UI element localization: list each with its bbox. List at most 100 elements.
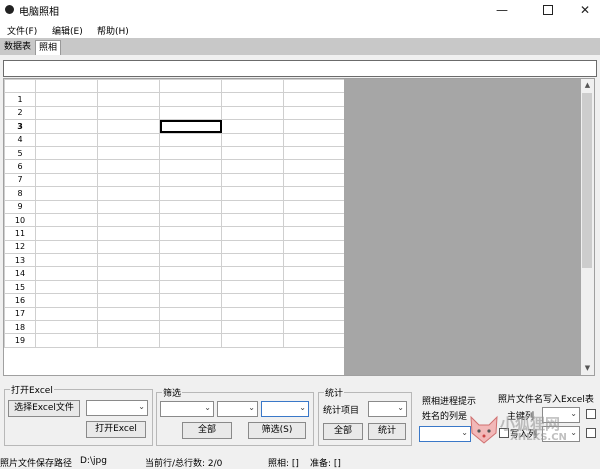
grid-cell[interactable] — [283, 159, 346, 174]
row-header[interactable]: 4 — [4, 132, 36, 147]
grid-cell[interactable] — [35, 226, 98, 241]
grid-cell[interactable] — [97, 333, 160, 348]
grid-cell[interactable] — [97, 306, 160, 322]
row-header[interactable]: 13 — [4, 253, 36, 268]
grid-cell[interactable] — [159, 119, 222, 134]
name-column-select[interactable]: ⌄ — [419, 426, 471, 442]
grid-cell[interactable] — [159, 226, 222, 241]
grid-cell[interactable] — [35, 186, 98, 201]
filter-all-button[interactable]: 全部 — [182, 422, 232, 439]
grid-cell[interactable] — [221, 226, 284, 241]
grid-cell[interactable] — [35, 105, 98, 121]
grid-cell[interactable] — [35, 306, 98, 322]
filter-column-select[interactable]: ⌄ — [160, 401, 214, 417]
grid-cell[interactable] — [97, 199, 160, 214]
grid-cell[interactable] — [283, 92, 346, 107]
close-button[interactable]: ✕ — [570, 0, 600, 20]
column-header[interactable] — [35, 79, 98, 94]
grid-cell[interactable] — [97, 239, 160, 255]
scroll-down-icon[interactable]: ▼ — [581, 362, 594, 375]
row-header[interactable]: 16 — [4, 293, 36, 308]
grid-cell[interactable] — [35, 212, 98, 228]
grid-cell[interactable] — [35, 199, 98, 214]
grid-cell[interactable] — [159, 333, 222, 348]
grid-cell[interactable] — [97, 320, 160, 335]
scrollbar-thumb[interactable] — [582, 93, 592, 268]
key-column-checkbox[interactable] — [586, 409, 596, 419]
grid-cell[interactable] — [283, 172, 346, 188]
grid-cell[interactable] — [35, 333, 98, 348]
grid-cell[interactable] — [283, 186, 346, 201]
grid-cell[interactable] — [283, 266, 346, 281]
grid-cell[interactable] — [283, 239, 346, 255]
grid-cell[interactable] — [283, 199, 346, 214]
grid-cell[interactable] — [159, 92, 222, 107]
grid-cell[interactable] — [159, 145, 222, 161]
row-header[interactable]: 7 — [4, 172, 36, 188]
grid-cell[interactable] — [35, 132, 98, 147]
grid-cell[interactable] — [221, 293, 284, 308]
cell-edit-bar[interactable] — [3, 60, 597, 77]
grid-cell[interactable] — [159, 159, 222, 174]
row-header[interactable]: 14 — [4, 266, 36, 281]
grid-cell[interactable] — [97, 226, 160, 241]
grid-cell[interactable] — [283, 293, 346, 308]
grid-cell[interactable] — [159, 199, 222, 214]
grid-cell[interactable] — [159, 186, 222, 201]
grid-cell[interactable] — [35, 172, 98, 188]
grid-cell[interactable] — [97, 186, 160, 201]
grid-cell[interactable] — [283, 145, 346, 161]
grid-cell[interactable] — [283, 320, 346, 335]
column-header[interactable] — [159, 79, 222, 94]
grid-cell[interactable] — [97, 253, 160, 268]
grid-cell[interactable] — [159, 279, 222, 295]
column-header[interactable] — [97, 79, 160, 94]
grid-cell[interactable] — [283, 333, 346, 348]
column-header[interactable] — [221, 79, 284, 94]
grid-cell[interactable] — [159, 132, 222, 147]
grid-cell[interactable] — [35, 119, 98, 134]
grid-cell[interactable] — [221, 320, 284, 335]
grid-cell[interactable] — [283, 306, 346, 322]
grid-cell[interactable] — [221, 159, 284, 174]
grid-cell[interactable] — [221, 279, 284, 295]
grid-table[interactable]: 1 2 3 4 5 6 7 8 9 10 11 12 13 14 15 16 17 18 19 — [4, 79, 346, 348]
row-header[interactable]: 19 — [4, 333, 36, 348]
row-header[interactable]: 3 — [4, 119, 36, 134]
grid-cell[interactable] — [159, 105, 222, 121]
row-header[interactable]: 15 — [4, 279, 36, 295]
grid-cell[interactable] — [221, 333, 284, 348]
grid-cell[interactable] — [283, 253, 346, 268]
grid-cell[interactable] — [283, 105, 346, 121]
stats-all-button[interactable]: 全部 — [323, 423, 363, 440]
grid-cell[interactable] — [159, 306, 222, 322]
grid-cell[interactable] — [283, 279, 346, 295]
filter-button[interactable]: 筛选(S) — [248, 422, 306, 439]
grid-cell[interactable] — [97, 293, 160, 308]
row-header[interactable]: 2 — [4, 105, 36, 121]
row-header[interactable]: 17 — [4, 306, 36, 322]
grid-cell[interactable] — [159, 266, 222, 281]
grid-cell[interactable] — [283, 132, 346, 147]
row-header[interactable]: 11 — [4, 226, 36, 241]
grid-cell[interactable] — [221, 119, 284, 134]
grid-cell[interactable] — [159, 239, 222, 255]
row-header[interactable]: 8 — [4, 186, 36, 201]
grid-cell[interactable] — [221, 92, 284, 107]
row-header[interactable]: 6 — [4, 159, 36, 174]
grid-cell[interactable] — [221, 306, 284, 322]
grid-cell[interactable] — [97, 132, 160, 147]
grid-cell[interactable] — [221, 212, 284, 228]
row-header[interactable]: 9 — [4, 199, 36, 214]
grid-cell[interactable] — [159, 320, 222, 335]
write-confirm-checkbox[interactable] — [586, 428, 596, 438]
grid-cell[interactable] — [35, 92, 98, 107]
row-header[interactable]: 18 — [4, 320, 36, 335]
row-header[interactable]: 5 — [4, 145, 36, 161]
grid-cell[interactable] — [97, 159, 160, 174]
grid-cell[interactable] — [221, 172, 284, 188]
filter-operator-select[interactable]: ⌄ — [217, 401, 258, 417]
grid-cell[interactable] — [283, 119, 346, 134]
grid-cell[interactable] — [35, 266, 98, 281]
grid-cell[interactable] — [221, 253, 284, 268]
